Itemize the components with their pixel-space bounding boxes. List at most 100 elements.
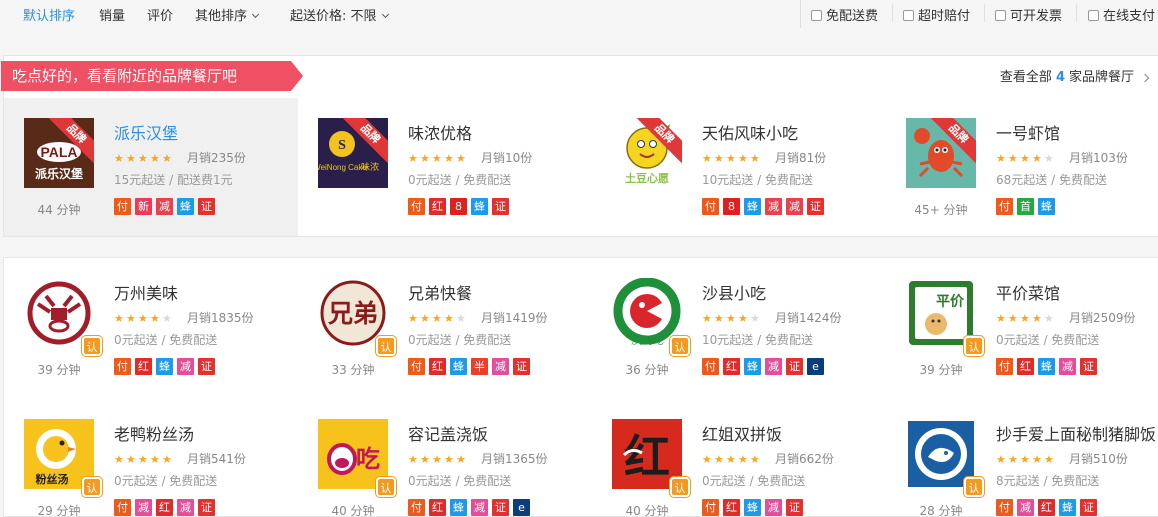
feature-tag: 付 [408, 499, 425, 516]
view-all-brands-link[interactable]: 查看全部 4 家品牌餐厅 [1000, 66, 1150, 85]
sort-default[interactable]: 默认排序 [23, 5, 75, 24]
feature-tag: 证 [1080, 358, 1097, 375]
restaurant-card[interactable]: S WeiNong Cake 味浓 品牌 味浓优格 ★ ★ ★ ★ ★ 月销10份 0元起送 … [298, 98, 592, 236]
feature-tag: 证 [786, 499, 803, 516]
star-icon: ★ [750, 152, 760, 165]
star-icon: ★ [114, 152, 124, 165]
checkbox-icon[interactable] [811, 10, 822, 21]
feature-tag: 付 [996, 198, 1013, 215]
star-icon: ★ [726, 152, 736, 165]
restaurant-name[interactable]: 老鸭粉丝汤 [114, 421, 194, 445]
certified-badge: 认 [376, 336, 396, 356]
star-icon: ★ [1020, 312, 1030, 325]
filter-timeout-compensation[interactable]: 超时赔付 [903, 5, 970, 24]
feature-tag: 证 [198, 198, 215, 215]
rating-stars: ★ ★ ★ ★ ★ [114, 311, 174, 325]
sort-rating[interactable]: 评价 [147, 5, 173, 24]
restaurant-card[interactable]: 认 39 分钟 万州美味 ★ ★ ★ ★ ★ 月销1835份 0元起送 / 免费配送 付… [4, 258, 298, 396]
feature-tag: 减 [765, 358, 782, 375]
sort-sales[interactable]: 销量 [99, 5, 125, 24]
feature-tag: 蜂 [177, 198, 194, 215]
filter-free-delivery[interactable]: 免配送费 [811, 5, 878, 24]
checkbox-icon[interactable] [995, 10, 1006, 21]
feature-tag: 蜂 [450, 358, 467, 375]
restaurant-name[interactable]: 抄手爱上面秘制猪脚饭 [996, 421, 1156, 445]
star-icon: ★ [702, 152, 712, 165]
star-icon: ★ [162, 312, 172, 325]
feature-tags: 付新减蜂证 [114, 198, 219, 215]
restaurant-logo[interactable]: 土豆心愿 品牌 [612, 118, 682, 188]
filter-label: 免配送费 [826, 9, 879, 24]
star-icon: ★ [1044, 152, 1054, 165]
restaurant-name[interactable]: 容记盖浇饭 [408, 421, 488, 445]
sort-other-dropdown[interactable]: 其他排序 [195, 5, 260, 24]
restaurant-card[interactable]: 认 28 分钟 抄手爱上面秘制猪脚饭 ★ ★ ★ ★ ★ 月销510份 8元起送 / 免… [886, 399, 1158, 517]
star-icon: ★ [1044, 453, 1054, 466]
star-icon: ★ [444, 152, 454, 165]
delivery-time: 44 分钟 [37, 203, 81, 217]
restaurant-name[interactable]: 味浓优格 [408, 120, 472, 144]
feature-tag: 蜂 [744, 358, 761, 375]
star-icon: ★ [420, 312, 430, 325]
feature-tag: 减 [135, 499, 152, 516]
restaurant-card[interactable]: 品牌 45+ 分钟 一号虾馆 ★ ★ ★ ★ ★ 月销103份 68元起送 / 免费配送… [886, 98, 1158, 236]
restaurant-card[interactable]: 沙县小吃 认 36 分钟 沙县小吃 ★ ★ ★ ★ ★ 月销1424份 10元起送 / … [592, 258, 886, 396]
star-icon: ★ [456, 312, 466, 325]
feature-tag: 8 [450, 198, 467, 215]
star-icon: ★ [714, 312, 724, 325]
restaurant-name[interactable]: 派乐汉堡 [114, 120, 178, 144]
filter-invoice[interactable]: 可开发票 [995, 5, 1062, 24]
feature-tag: e [513, 499, 530, 516]
svg-text:吃: 吃 [356, 445, 380, 473]
delivery-fee-info: 0元起送 / 免费配送 [702, 474, 806, 488]
min-price-dropdown[interactable]: 起送价格: 不限 [290, 5, 389, 24]
restaurant-card[interactable]: PALA 派乐汉堡 品牌 44 分钟 派乐汉堡 ★ ★ ★ ★ ★ 月销235份 15元起送… [4, 98, 298, 236]
delivery-fee-info: 68元起送 / 免费配送 [996, 173, 1107, 187]
feature-tag: 蜂 [156, 358, 173, 375]
star-icon: ★ [996, 152, 1006, 165]
star-icon: ★ [996, 453, 1006, 466]
feature-tag: 证 [807, 198, 824, 215]
feature-tag: 减 [471, 499, 488, 516]
restaurant-name[interactable]: 天佑风味小吃 [702, 120, 798, 144]
feature-tag: 付 [702, 198, 719, 215]
restaurant-card[interactable]: 平价 认 39 分钟 平价菜馆 ★ ★ ★ ★ ★ 月销2509份 0元起送 / 免费配… [886, 258, 1158, 396]
restaurant-logo[interactable]: 品牌 [906, 118, 976, 188]
feature-tags: 付减红蜂证 [996, 499, 1101, 516]
restaurant-card[interactable]: 吃 认 40 分钟 容记盖浇饭 ★ ★ ★ ★ ★ 月销1365份 0元起送 / 免费配… [298, 399, 592, 517]
restaurant-card[interactable]: 土豆心愿 品牌 天佑风味小吃 ★ ★ ★ ★ ★ 月销81份 10元起送 / 免费配送 付… [592, 98, 886, 236]
delivery-fee-info: 0元起送 / 免费配送 [408, 173, 512, 187]
star-icon: ★ [408, 312, 418, 325]
delivery-time: 29 分钟 [37, 504, 81, 517]
filter-label: 可开发票 [1010, 9, 1063, 24]
restaurant-name[interactable]: 兄弟快餐 [408, 280, 472, 304]
restaurant-card[interactable]: 红 认 40 分钟 红姐双拼饭 ★ ★ ★ ★ ★ 月销662份 0元起送 / 免费配送… [592, 399, 886, 517]
restaurant-name[interactable]: 红姐双拼饭 [702, 421, 782, 445]
restaurant-name[interactable]: 一号虾馆 [996, 120, 1060, 144]
feature-tag: 红 [429, 358, 446, 375]
rating-stars: ★ ★ ★ ★ ★ [996, 452, 1056, 466]
restaurant-name[interactable]: 平价菜馆 [996, 280, 1060, 304]
svg-text:派乐汉堡: 派乐汉堡 [35, 166, 83, 181]
feature-tag: 红 [429, 499, 446, 516]
delivery-time: 40 分钟 [625, 504, 669, 517]
feature-tag: 付 [996, 358, 1013, 375]
restaurant-name[interactable]: 万州美味 [114, 280, 178, 304]
feature-tag: 红 [1017, 358, 1034, 375]
restaurant-card[interactable]: 兄弟 认 33 分钟 兄弟快餐 ★ ★ ★ ★ ★ 月销1419份 0元起送 / 免费配… [298, 258, 592, 396]
star-icon: ★ [138, 152, 148, 165]
filter-online-payment[interactable]: 在线支付 [1088, 5, 1155, 24]
monthly-sales: 月销662份 [775, 452, 834, 466]
star-icon: ★ [444, 453, 454, 466]
view-all-suffix: 家品牌餐厅 [1068, 70, 1134, 85]
delivery-fee-info: 0元起送 / 免费配送 [114, 333, 218, 347]
checkbox-icon[interactable] [903, 10, 914, 21]
restaurant-name[interactable]: 沙县小吃 [702, 280, 766, 304]
min-price-label: 起送价格: 不限 [290, 9, 377, 24]
restaurant-logo[interactable]: PALA 派乐汉堡 品牌 [24, 118, 94, 188]
checkbox-icon[interactable] [1088, 10, 1099, 21]
restaurant-card[interactable]: 粉丝汤 认 29 分钟 老鸭粉丝汤 ★ ★ ★ ★ ★ 月销541份 0元起送 / 免费… [4, 399, 298, 517]
restaurant-logo[interactable]: S WeiNong Cake 味浓 品牌 [318, 118, 388, 188]
filter-group: 免配送费 超时赔付 可开发票 在线支付 [800, 0, 1158, 28]
star-icon: ★ [1032, 312, 1042, 325]
